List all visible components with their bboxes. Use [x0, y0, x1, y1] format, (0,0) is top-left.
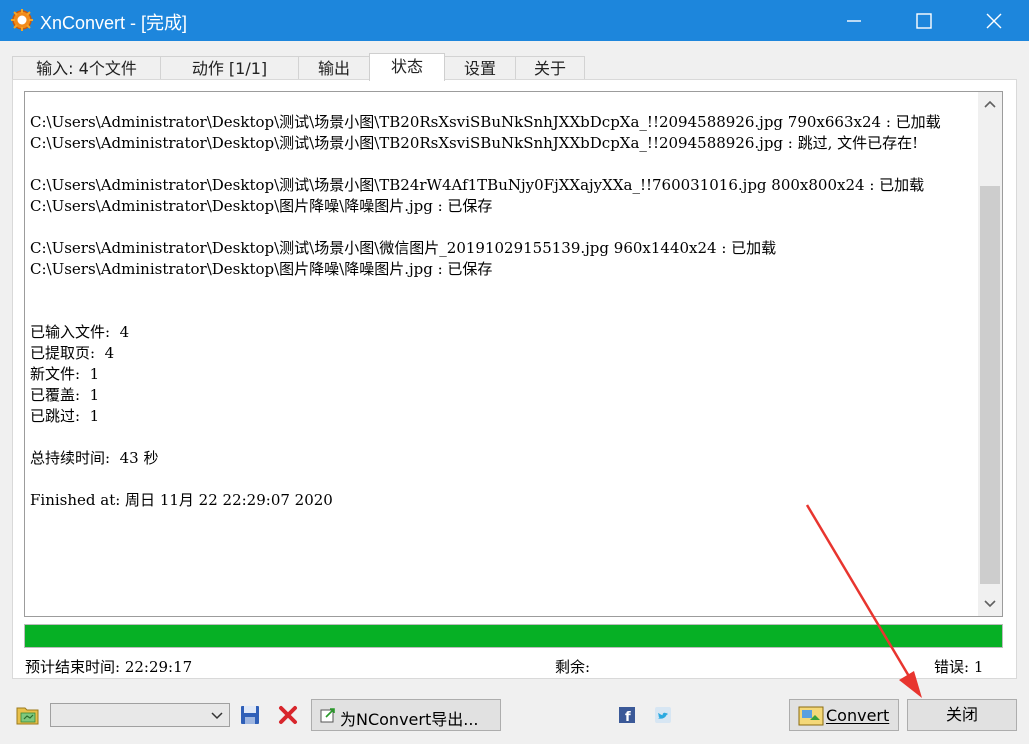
- export-icon: [320, 708, 335, 723]
- svg-text:f: f: [625, 710, 631, 723]
- chevron-up-icon: [984, 100, 996, 108]
- maximize-button[interactable]: [889, 0, 959, 41]
- tab-about[interactable]: 关于: [515, 56, 585, 80]
- title-bar: XnConvert - [完成]: [0, 0, 1029, 41]
- chevron-down-icon: [984, 600, 996, 608]
- scroll-thumb[interactable]: [980, 186, 1000, 584]
- folder-icon[interactable]: [16, 704, 40, 726]
- tab-output[interactable]: 输出: [298, 56, 370, 80]
- log-text: C:\Users\Administrator\Desktop\测试\场景小图\T…: [30, 112, 970, 511]
- export-button-label: 为NConvert导出...: [340, 710, 479, 729]
- facebook-icon[interactable]: f: [619, 707, 635, 723]
- preset-select[interactable]: [50, 703, 230, 727]
- close-button[interactable]: 关闭: [907, 699, 1017, 731]
- log-line: 已覆盖: 1: [30, 386, 100, 404]
- log-line: 已输入文件: 4: [30, 323, 130, 341]
- convert-button-label: Convert: [826, 706, 890, 725]
- minimize-icon: [847, 20, 861, 22]
- tab-status[interactable]: 状态: [369, 53, 445, 81]
- remaining-label: 剩余:: [555, 658, 591, 676]
- log-output[interactable]: C:\Users\Administrator\Desktop\测试\场景小图\T…: [24, 91, 1003, 617]
- tab-input[interactable]: 输入: 4个文件: [12, 56, 161, 80]
- twitter-icon[interactable]: [655, 707, 671, 723]
- errors-label: 错误: 1: [934, 658, 984, 676]
- xnconvert-logo-icon: [11, 9, 33, 31]
- window-title: XnConvert - [完成]: [40, 13, 188, 33]
- log-line: C:\Users\Administrator\Desktop\测试\场景小图\T…: [30, 176, 925, 194]
- progress-bar: [24, 624, 1003, 648]
- tab-settings[interactable]: 设置: [444, 56, 516, 80]
- log-line: C:\Users\Administrator\Desktop\测试\场景小图\T…: [30, 113, 941, 131]
- close-icon: [986, 13, 1002, 29]
- chevron-down-icon: [211, 712, 223, 720]
- log-line: C:\Users\Administrator\Desktop\图片降噪\降噪图片…: [30, 197, 493, 215]
- convert-icon: [798, 706, 824, 726]
- close-window-button[interactable]: [959, 0, 1029, 41]
- log-line: C:\Users\Administrator\Desktop\测试\场景小图\T…: [30, 134, 919, 152]
- log-line: Finished at: 周日 11月 22 22:29:07 2020: [30, 491, 333, 509]
- minimize-button[interactable]: [819, 0, 889, 41]
- export-nconvert-button[interactable]: 为NConvert导出...: [311, 699, 501, 731]
- log-scrollbar[interactable]: [978, 92, 1002, 616]
- save-icon[interactable]: [239, 704, 261, 726]
- scroll-down-button[interactable]: [978, 592, 1002, 616]
- log-line: 新文件: 1: [30, 365, 100, 383]
- log-line: 已跳过: 1: [30, 407, 100, 425]
- maximize-icon: [916, 13, 932, 29]
- scroll-up-button[interactable]: [978, 92, 1002, 116]
- tab-actions[interactable]: 动作 [1/1]: [160, 56, 299, 80]
- log-line: C:\Users\Administrator\Desktop\测试\场景小图\微…: [30, 239, 777, 257]
- log-line: 已提取页: 4: [30, 344, 115, 362]
- delete-icon[interactable]: [277, 704, 299, 726]
- log-line: 总持续时间: 43 秒: [30, 449, 159, 467]
- log-line: C:\Users\Administrator\Desktop\图片降噪\降噪图片…: [30, 260, 493, 278]
- progress-fill: [25, 625, 1002, 647]
- convert-button[interactable]: Convert: [789, 699, 899, 731]
- eta-label: 预计结束时间: 22:29:17: [25, 658, 193, 676]
